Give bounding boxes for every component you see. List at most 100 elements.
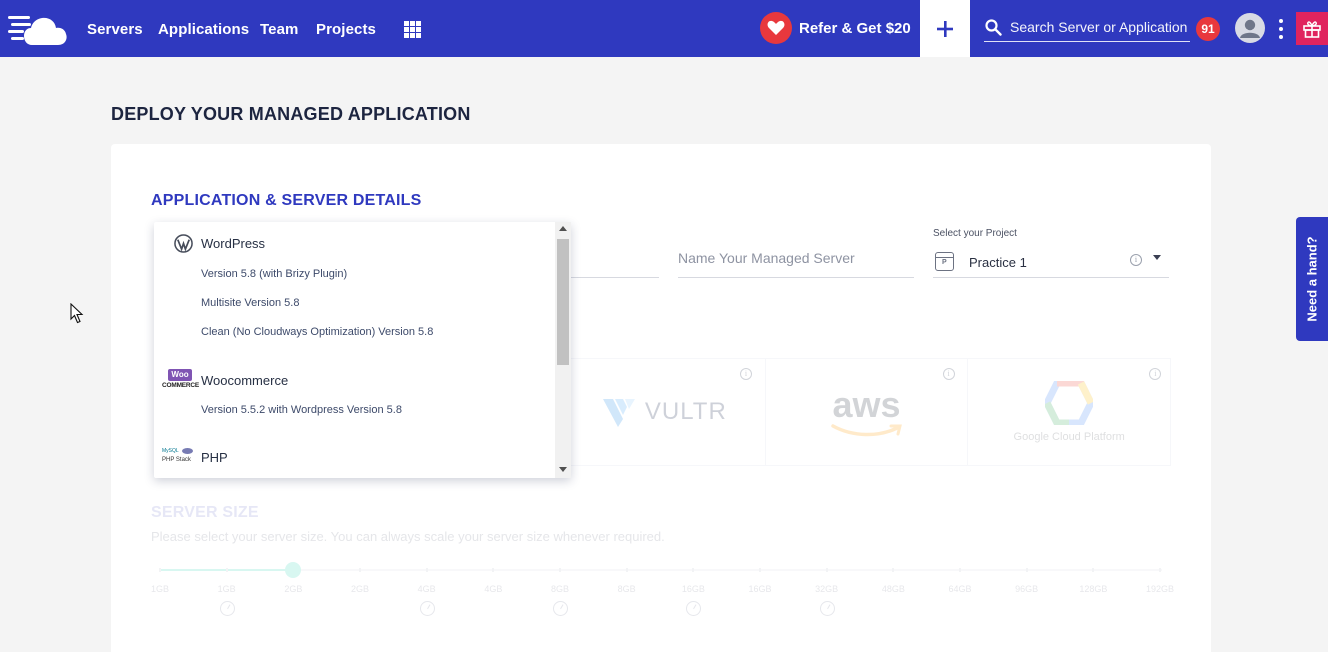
slider-tick xyxy=(959,568,961,572)
search-box xyxy=(984,15,1190,42)
wordpress-icon xyxy=(174,234,193,253)
refer-button[interactable]: Refer & Get $20 xyxy=(760,12,911,44)
dropdown-group-woocommerce: Woo COMMERCE Woocommerce xyxy=(162,369,288,391)
slider-tick-label[interactable]: 16GB xyxy=(673,584,713,594)
heart-icon xyxy=(760,12,792,44)
scroll-down-arrow-icon[interactable] xyxy=(559,467,567,472)
server-size-slider[interactable] xyxy=(160,569,1162,571)
nav-applications[interactable]: Applications xyxy=(158,21,249,38)
dropdown-option[interactable]: Clean (No Cloudways Optimization) Versio… xyxy=(201,326,433,338)
provider-gcp[interactable]: i Google Cloud Platform xyxy=(968,359,1170,465)
clock-icon xyxy=(819,601,835,616)
slider-tick xyxy=(1092,568,1095,572)
user-icon xyxy=(1240,19,1260,38)
slider-tick xyxy=(559,568,561,572)
aws-smile-icon xyxy=(830,424,902,437)
slider-tick-label[interactable]: 64GB xyxy=(940,584,980,594)
dropdown-option[interactable]: Multisite Version 5.8 xyxy=(201,297,299,309)
dropdown-group-label: Woocommerce xyxy=(201,372,289,388)
search-input[interactable] xyxy=(1010,16,1190,38)
slider-tick-label[interactable]: 1GB xyxy=(207,584,247,594)
dropdown-group-wordpress: WordPress xyxy=(174,234,265,253)
slider-tick-label[interactable]: 96GB xyxy=(1007,584,1047,594)
dropdown-group-label: WordPress xyxy=(201,236,266,251)
nav-projects[interactable]: Projects xyxy=(316,21,376,38)
provider-list: i VULTR i aws i Google Cloud Platform xyxy=(562,358,1171,466)
slider-tick xyxy=(692,568,695,572)
gcp-hexagon-icon xyxy=(1045,381,1094,425)
project-value: Practice 1 xyxy=(969,255,1027,270)
vultr-logo-icon xyxy=(602,399,635,427)
gift-button[interactable] xyxy=(1296,12,1328,45)
section-title: APPLICATION & SERVER DETAILS xyxy=(151,192,422,209)
slider-tick-label[interactable]: 48GB xyxy=(873,584,913,594)
slider-tick-label[interactable]: 1GB xyxy=(140,584,180,594)
slider-tick xyxy=(825,568,828,572)
dropdown-option[interactable]: Version 5.8 (with Brizy Plugin) xyxy=(201,268,347,280)
dropdown-group-label: PHP xyxy=(201,449,228,465)
cloudways-logo[interactable] xyxy=(8,11,70,47)
php-stack-icon: MySQL PHP Stack xyxy=(162,448,194,466)
woocommerce-icon: Woo COMMERCE xyxy=(162,369,200,389)
nav-servers[interactable]: Servers xyxy=(87,21,143,38)
scroll-up-arrow-icon[interactable] xyxy=(559,226,567,231)
provider-aws[interactable]: i aws xyxy=(766,359,969,465)
clock-icon xyxy=(419,601,435,616)
dropdown-group-php: MySQL PHP Stack PHP xyxy=(162,448,228,466)
top-navbar: Servers Applications Team Projects Refer… xyxy=(0,0,1328,57)
dropdown-scrollbar[interactable] xyxy=(555,222,571,478)
info-icon[interactable]: i xyxy=(1130,254,1142,266)
slider-tick-label[interactable]: 4GB xyxy=(473,584,513,594)
slider-tick-label[interactable]: 192GB xyxy=(1140,584,1180,594)
page-title: DEPLOY YOUR MANAGED APPLICATION xyxy=(111,104,471,124)
need-a-hand-tab[interactable]: Need a hand? xyxy=(1296,217,1328,341)
dropdown-option[interactable]: Version 5.5.2 with Wordpress Version 5.8 xyxy=(201,404,402,416)
notification-badge[interactable]: 91 xyxy=(1196,17,1220,41)
provider-name: VULTR xyxy=(644,398,727,425)
gift-icon xyxy=(1303,20,1321,38)
server-size-description: Please select your server size. You can … xyxy=(151,529,665,544)
slider-tick xyxy=(225,568,228,572)
add-new-button[interactable] xyxy=(920,0,970,57)
application-dropdown: WordPress Version 5.8 (with Brizy Plugin… xyxy=(154,222,571,478)
avatar[interactable] xyxy=(1235,13,1265,43)
nav-team[interactable]: Team xyxy=(260,21,298,38)
search-icon xyxy=(985,19,1002,36)
refer-label: Refer & Get $20 xyxy=(799,19,911,37)
clock-icon xyxy=(553,601,568,616)
provider-name: Google Cloud Platform xyxy=(1013,431,1125,443)
caret-down-icon xyxy=(1153,255,1161,260)
slider-tick xyxy=(159,568,161,572)
slider-tick-label[interactable]: 128GB xyxy=(1073,584,1113,594)
scrollbar-thumb[interactable] xyxy=(557,239,569,365)
slider-tick-label[interactable]: 8GB xyxy=(540,584,580,594)
slider-tick-label[interactable]: 16GB xyxy=(740,584,780,594)
slider-tick xyxy=(359,568,361,572)
project-icon: P xyxy=(935,252,954,271)
server-size-title: SERVER SIZE xyxy=(151,504,259,521)
need-a-hand-label: Need a hand? xyxy=(1304,236,1320,322)
slider-tick-label[interactable]: 32GB xyxy=(807,584,847,594)
plus-icon xyxy=(937,20,953,37)
more-menu-icon[interactable] xyxy=(1278,19,1284,39)
slider-tick-label[interactable]: 2GB xyxy=(273,584,313,594)
slider-tick xyxy=(1159,568,1161,572)
server-name-input[interactable] xyxy=(678,245,914,266)
slider-tick xyxy=(625,568,628,572)
provider-vultr[interactable]: i VULTR xyxy=(563,359,766,465)
server-name-field xyxy=(678,245,914,278)
slider-tick xyxy=(759,568,761,572)
slider-tick xyxy=(425,568,428,572)
slider-tick xyxy=(892,568,895,572)
mouse-cursor-icon xyxy=(70,303,84,324)
project-select[interactable]: P Practice 1 i xyxy=(933,248,1169,278)
slider-tick xyxy=(1025,568,1028,572)
provider-name: aws xyxy=(832,384,901,425)
slider-tick-label[interactable]: 2GB xyxy=(340,584,380,594)
clock-icon xyxy=(219,601,235,616)
apps-grid-icon[interactable] xyxy=(404,21,421,38)
project-label: Select your Project xyxy=(933,228,1017,239)
slider-tick-label[interactable]: 4GB xyxy=(407,584,447,594)
slider-tick xyxy=(492,568,495,572)
slider-tick-label[interactable]: 8GB xyxy=(607,584,647,594)
